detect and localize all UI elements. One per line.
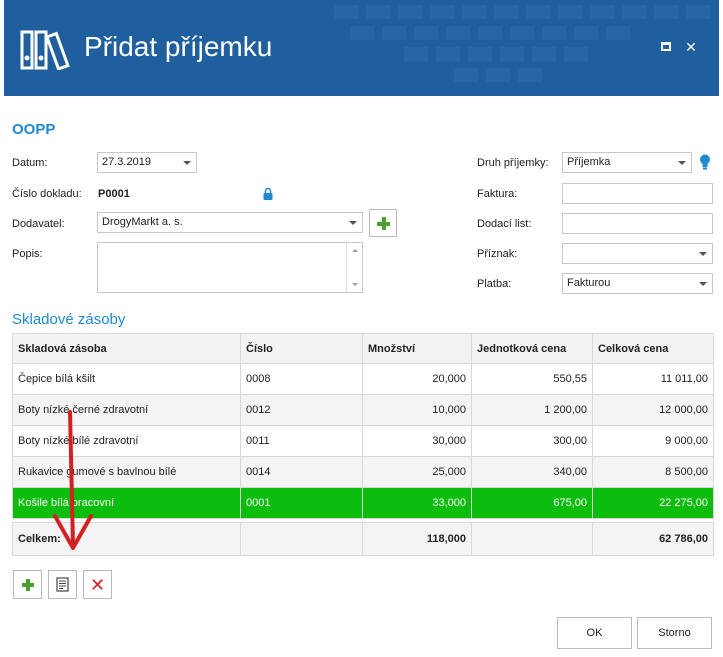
- cell-jednotkova: 340,00: [471, 456, 593, 488]
- cell-cislo: 0011: [240, 425, 363, 457]
- table-total-row: Celkem: 118,000 62 786,00: [12, 522, 714, 556]
- platba-dropdown[interactable]: Fakturou: [562, 273, 713, 294]
- cell-name: Boty nízké bílé zdravotní: [12, 425, 241, 457]
- faktura-input[interactable]: [562, 183, 713, 204]
- total-label: Celkem:: [12, 522, 241, 556]
- column-header-celkova-cena[interactable]: Celková cena: [592, 333, 714, 364]
- platba-label: Platba:: [477, 278, 512, 290]
- datum-label: Datum:: [12, 157, 48, 169]
- edit-row-button[interactable]: [48, 570, 77, 599]
- column-header-mnozstvi[interactable]: Množství: [362, 333, 472, 364]
- cell-celkova: 9 000,00: [592, 425, 714, 457]
- table-row[interactable]: Čepice bílá kšilt 0008 20,000 550,55 11 …: [12, 363, 714, 395]
- red-annotation-arrow-icon: [53, 410, 93, 550]
- cell-cislo: 0012: [240, 394, 363, 426]
- popis-textarea[interactable]: [97, 242, 363, 293]
- cell-name: Boty nízké černé zdravotní: [12, 394, 241, 426]
- popis-scrollbar[interactable]: [346, 243, 362, 292]
- cell-cislo: 0001: [240, 487, 363, 519]
- title-bar: Přidat příjemku ✕: [4, 0, 719, 96]
- cell-jednotkova: 675,00: [471, 487, 593, 519]
- cell-celkova: 12 000,00: [592, 394, 714, 426]
- stock-section-title: Skladové zásoby: [12, 311, 126, 328]
- column-header-cislo[interactable]: Číslo: [240, 333, 363, 364]
- cislo-dokladu-label: Číslo dokladu:: [12, 188, 82, 200]
- cell-mnozstvi: 20,000: [362, 363, 472, 395]
- cell-celkova: 22 275,00: [592, 487, 714, 519]
- table-row[interactable]: Boty nízké bílé zdravotní 0011 30,000 30…: [12, 425, 714, 457]
- total-mnozstvi: 118,000: [362, 522, 472, 556]
- column-header-skladova-zasoba[interactable]: Skladová zásoba: [12, 333, 241, 364]
- priznak-dropdown[interactable]: [562, 243, 713, 264]
- cell-mnozstvi: 33,000: [362, 487, 472, 519]
- cell-jednotkova: 550,55: [471, 363, 593, 395]
- form-section-title: OOPP: [12, 121, 56, 138]
- druh-prijemky-label: Druh příjemky:: [477, 157, 549, 169]
- cell-celkova: 8 500,00: [592, 456, 714, 488]
- window-title: Přidat příjemku: [84, 31, 273, 62]
- cell-cislo: 0008: [240, 363, 363, 395]
- stock-table: Skladová zásoba Číslo Množství Jednotkov…: [12, 333, 714, 556]
- cell-name: Košile bílá pracovní: [12, 487, 241, 519]
- table-header-row: Skladová zásoba Číslo Množství Jednotkov…: [12, 333, 714, 364]
- total-celkova: 62 786,00: [592, 522, 714, 556]
- table-row[interactable]: Boty nízké černé zdravotní 0012 10,000 1…: [12, 394, 714, 426]
- priznak-label: Příznak:: [477, 248, 518, 260]
- edit-document-icon: [56, 577, 69, 592]
- lock-icon[interactable]: [263, 187, 273, 200]
- popis-label: Popis:: [12, 248, 43, 260]
- column-header-jednotkova-cena[interactable]: Jednotková cena: [471, 333, 593, 364]
- cell-mnozstvi: 10,000: [362, 394, 472, 426]
- maximize-icon[interactable]: [659, 40, 673, 54]
- close-icon[interactable]: ✕: [684, 40, 698, 54]
- cell-jednotkova: 1 200,00: [471, 394, 593, 426]
- dodaci-list-label: Dodací list:: [477, 218, 532, 230]
- cell-mnozstvi: 30,000: [362, 425, 472, 457]
- storno-button[interactable]: Storno: [637, 617, 712, 649]
- lightbulb-icon[interactable]: [699, 154, 711, 170]
- delete-x-icon: ✕: [89, 575, 106, 595]
- cell-name: Rukavice gumové s bavlnou bílé: [12, 456, 241, 488]
- dodavatel-dropdown[interactable]: DrogyMarkt a. s.: [97, 212, 363, 233]
- dodaci-list-input[interactable]: [562, 213, 713, 234]
- table-row[interactable]: Rukavice gumové s bavlnou bílé 0014 25,0…: [12, 456, 714, 488]
- cell-jednotkova: 300,00: [471, 425, 593, 457]
- cislo-dokladu-value: P0001: [98, 188, 130, 200]
- cell-name: Čepice bílá kšilt: [12, 363, 241, 395]
- ok-button[interactable]: OK: [557, 617, 632, 649]
- datum-picker[interactable]: 27.3.2019: [97, 152, 197, 173]
- cell-celkova: 11 011,00: [592, 363, 714, 395]
- delete-row-button[interactable]: ✕: [83, 570, 112, 599]
- cell-mnozstvi: 25,000: [362, 456, 472, 488]
- druh-prijemky-dropdown[interactable]: Příjemka: [562, 152, 692, 173]
- table-row-selected[interactable]: Košile bílá pracovní 0001 33,000 675,00 …: [12, 487, 714, 519]
- cell-cislo: 0014: [240, 456, 363, 488]
- add-row-button[interactable]: [13, 570, 42, 599]
- dodavatel-label: Dodavatel:: [12, 218, 65, 230]
- binders-logo-icon: [20, 30, 70, 70]
- faktura-label: Faktura:: [477, 188, 518, 200]
- add-supplier-button[interactable]: [369, 209, 397, 237]
